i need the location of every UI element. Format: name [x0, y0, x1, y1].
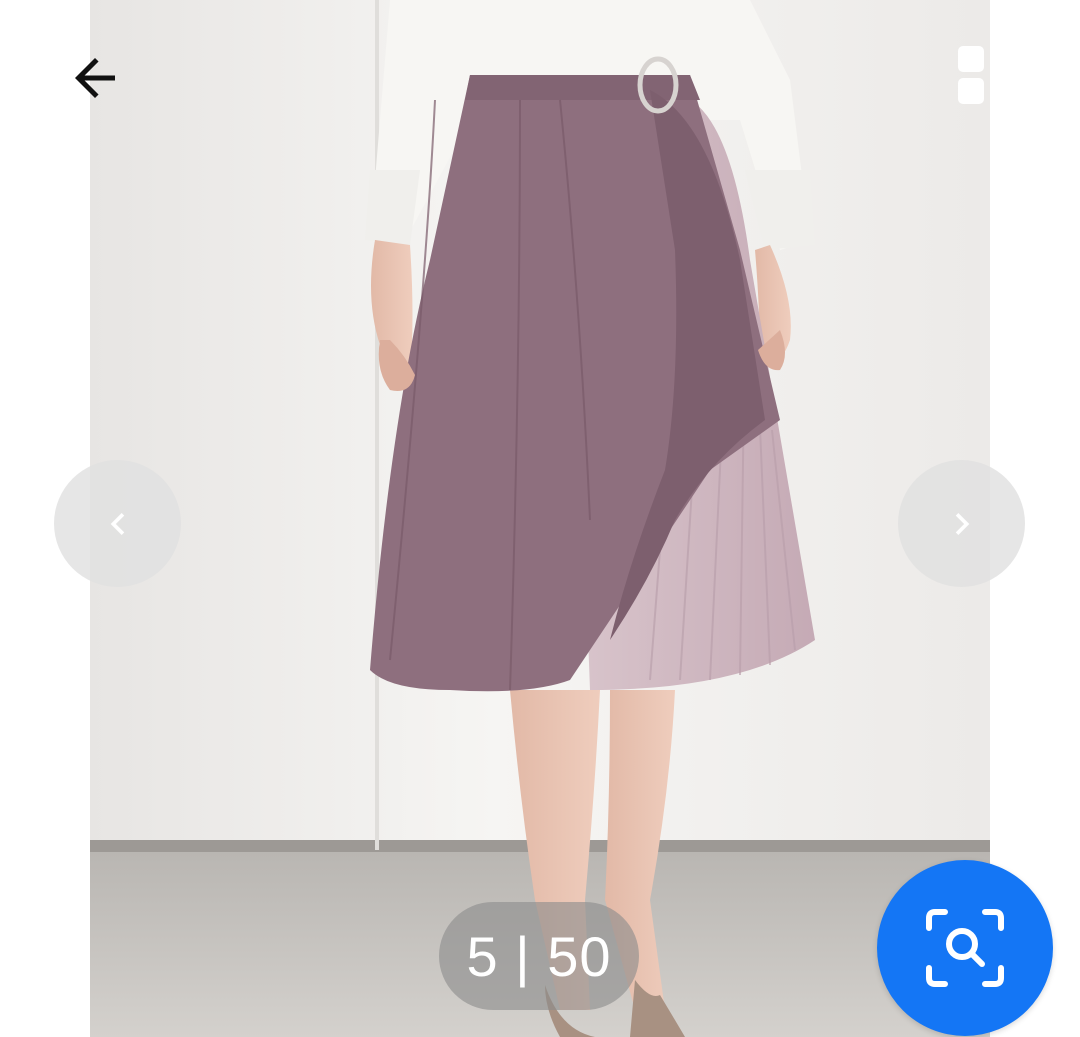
previous-image-button[interactable]	[54, 460, 181, 587]
grid-view-button[interactable]	[950, 38, 1026, 114]
chevron-right-icon	[955, 512, 969, 535]
arrow-left-icon	[75, 58, 115, 98]
counter-total: 50	[547, 924, 612, 988]
counter-current: 5	[466, 924, 499, 988]
grid-icon	[958, 46, 1016, 104]
skirt-photo-illustration	[90, 0, 990, 1037]
image-counter: 5 | 50	[439, 902, 639, 1010]
visual-search-button[interactable]	[877, 860, 1053, 1036]
visual-search-icon	[926, 909, 1004, 987]
product-photo[interactable]	[90, 0, 990, 1037]
image-viewer: 5 | 50	[0, 0, 1080, 1037]
chevron-left-icon	[110, 512, 124, 535]
back-button[interactable]	[55, 40, 135, 116]
counter-separator: |	[498, 924, 548, 988]
next-image-button[interactable]	[898, 460, 1025, 587]
